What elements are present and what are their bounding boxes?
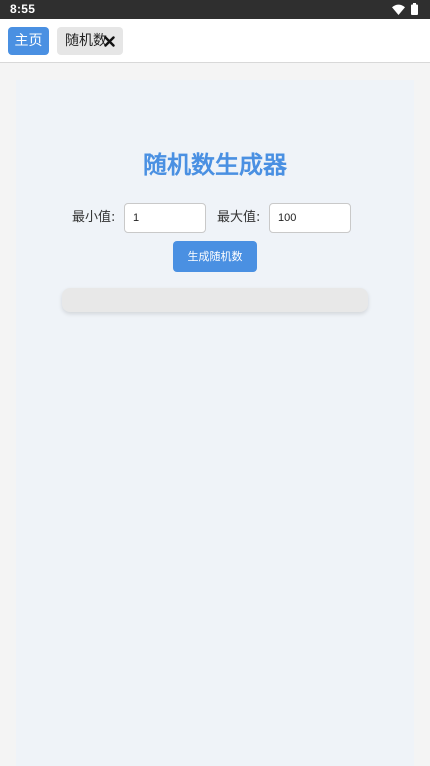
page-title: 随机数生成器 — [143, 151, 287, 179]
tab-home[interactable]: 主页 — [8, 27, 49, 55]
tab-bar: 主页 随机数 — [0, 19, 430, 63]
min-label: 最小值: — [72, 210, 116, 225]
main-panel: 随机数生成器 最小值: 1 最大值: 100 生成随机数 — [16, 80, 414, 766]
status-icons — [392, 3, 418, 15]
generate-button[interactable]: 生成随机数 — [173, 241, 257, 272]
status-time: 8:55 — [10, 2, 36, 16]
tab-random-number-label: 随机数 — [65, 33, 107, 49]
max-value-input[interactable]: 100 — [269, 203, 351, 233]
status-bar: 8:55 — [0, 0, 430, 19]
battery-icon — [411, 3, 418, 15]
min-value-input[interactable]: 1 — [124, 203, 206, 233]
wifi-icon — [392, 4, 405, 15]
tab-random-number[interactable]: 随机数 — [57, 27, 123, 55]
tab-home-label: 主页 — [14, 33, 43, 49]
max-label: 最大值: — [217, 210, 261, 225]
close-icon[interactable] — [104, 36, 115, 47]
result-display — [62, 288, 368, 312]
